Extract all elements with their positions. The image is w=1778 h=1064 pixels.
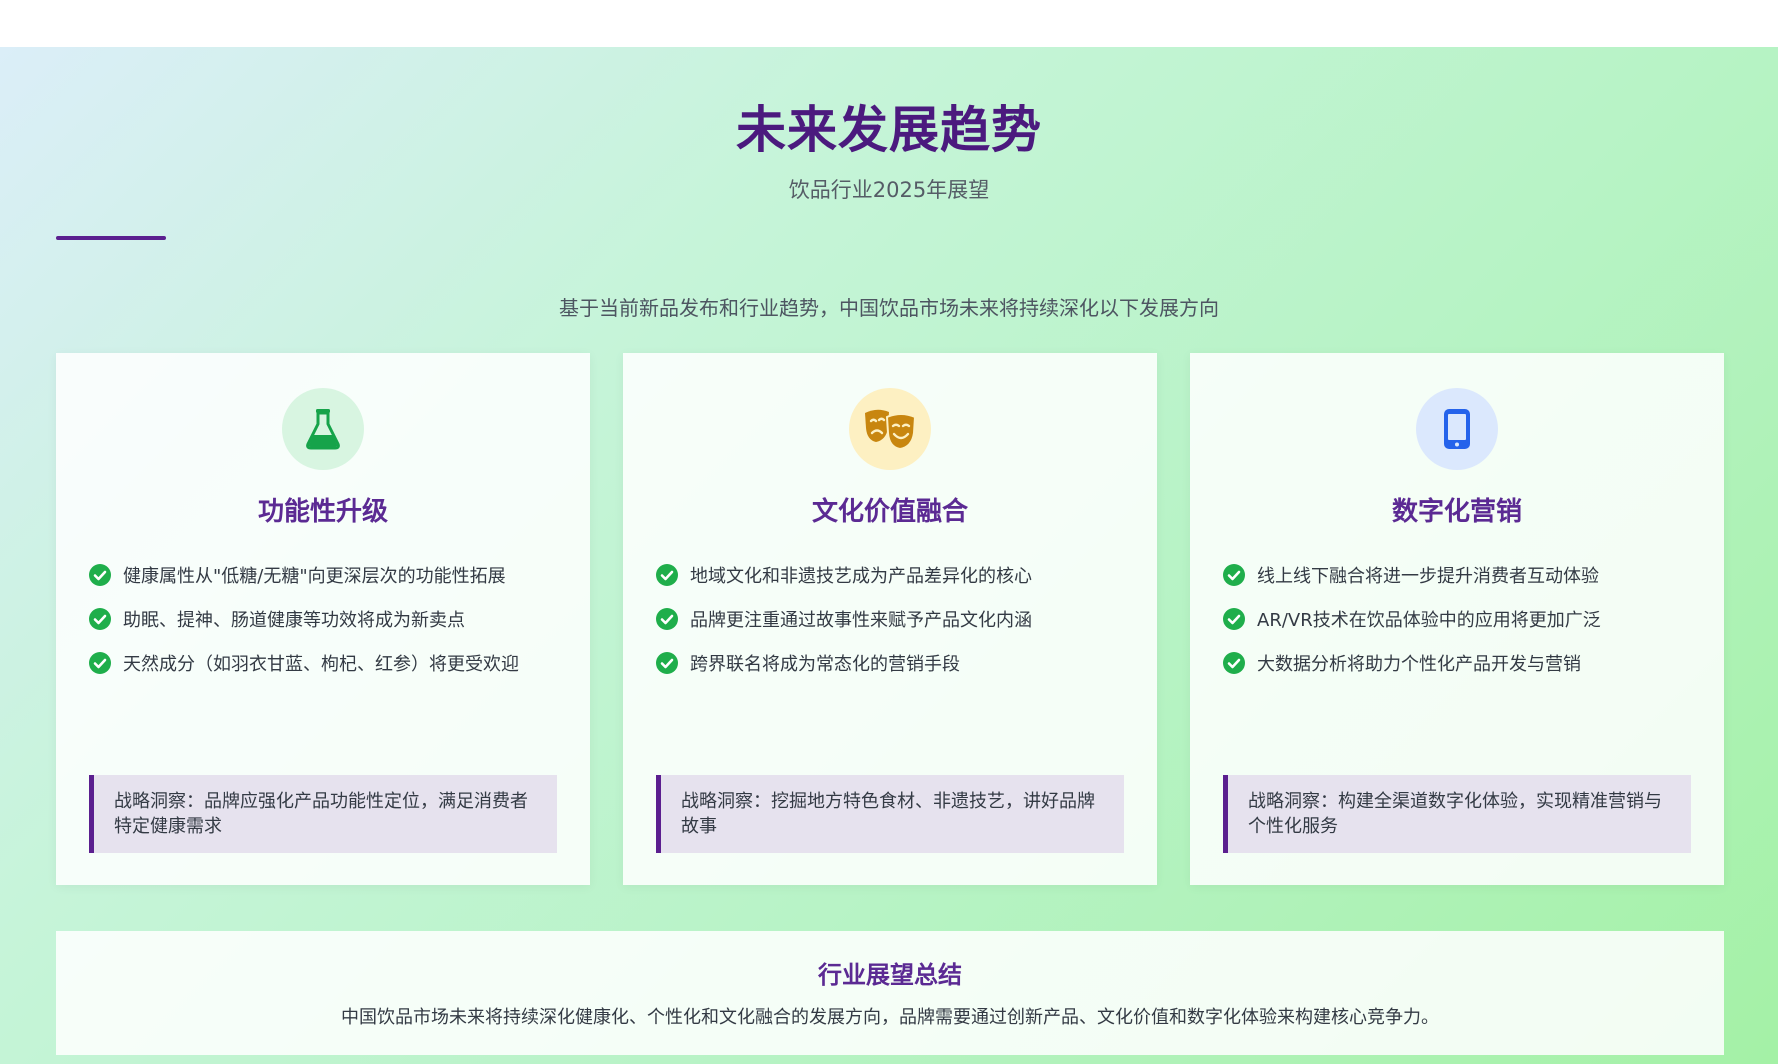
trend-card-digital: 数字化营销 线上线下融合将进一步提升消费者互动体验 AR/VR技术在饮品体验中的…	[1190, 353, 1724, 885]
list-item: 线上线下融合将进一步提升消费者互动体验	[1223, 553, 1703, 597]
list-item-text: 助眠、提神、肠道健康等功效将成为新卖点	[123, 610, 465, 631]
list-item-text: 健康属性从"低糖/无糖"向更深层次的功能性拓展	[123, 566, 506, 587]
list-item: 大数据分析将助力个性化产品开发与营销	[1223, 641, 1703, 685]
check-circle-icon	[656, 608, 678, 630]
list-item: 健康属性从"低糖/无糖"向更深层次的功能性拓展	[89, 553, 569, 597]
list-item: 跨界联名将成为常态化的营销手段	[656, 641, 1136, 685]
list-item-text: 线上线下融合将进一步提升消费者互动体验	[1257, 566, 1599, 587]
strategy-insight: 战略洞察：品牌应强化产品功能性定位，满足消费者特定健康需求	[89, 775, 557, 853]
theater-masks-icon	[849, 388, 931, 470]
list-item: 助眠、提神、肠道健康等功效将成为新卖点	[89, 597, 569, 641]
list-item-text: 大数据分析将助力个性化产品开发与营销	[1257, 654, 1581, 675]
check-circle-icon	[656, 652, 678, 674]
card-item-list: 地域文化和非遗技艺成为产品差异化的核心 品牌更注重通过故事性来赋予产品文化内涵 …	[656, 553, 1136, 685]
list-item: 地域文化和非遗技艺成为产品差异化的核心	[656, 553, 1136, 597]
card-item-list: 线上线下融合将进一步提升消费者互动体验 AR/VR技术在饮品体验中的应用将更加广…	[1223, 553, 1703, 685]
mobile-phone-icon	[1416, 388, 1498, 470]
card-title: 文化价值融合	[811, 497, 968, 527]
summary-text: 中国饮品市场未来将持续深化健康化、个性化和文化融合的发展方向，品牌需要通过创新产…	[341, 1007, 1439, 1028]
card-title: 数字化营销	[1391, 497, 1522, 527]
title-accent-line	[56, 236, 166, 240]
check-circle-icon	[89, 652, 111, 674]
trend-cards: 功能性升级 健康属性从"低糖/无糖"向更深层次的功能性拓展 助眠、提神、肠道健康…	[56, 353, 1724, 885]
strategy-insight: 战略洞察：构建全渠道数字化体验，实现精准营销与个性化服务	[1223, 775, 1691, 853]
check-circle-icon	[89, 608, 111, 630]
page-subtitle: 饮品行业2025年展望	[788, 178, 990, 202]
list-item-text: 跨界联名将成为常态化的营销手段	[690, 654, 960, 675]
check-circle-icon	[89, 564, 111, 586]
card-title: 功能性升级	[257, 497, 388, 527]
check-circle-icon	[1223, 564, 1245, 586]
flask-icon	[282, 388, 364, 470]
trend-card-culture: 文化价值融合 地域文化和非遗技艺成为产品差异化的核心 品牌更注重通过故事性来赋予…	[623, 353, 1157, 885]
trend-card-functional: 功能性升级 健康属性从"低糖/无糖"向更深层次的功能性拓展 助眠、提神、肠道健康…	[56, 353, 590, 885]
list-item: 品牌更注重通过故事性来赋予产品文化内涵	[656, 597, 1136, 641]
future-trends-section: 未来发展趋势 饮品行业2025年展望 基于当前新品发布和行业趋势，中国饮品市场未…	[0, 47, 1778, 1064]
check-circle-icon	[656, 564, 678, 586]
list-item-text: 品牌更注重通过故事性来赋予产品文化内涵	[690, 610, 1032, 631]
card-item-list: 健康属性从"低糖/无糖"向更深层次的功能性拓展 助眠、提神、肠道健康等功效将成为…	[89, 553, 569, 685]
list-item-text: 天然成分（如羽衣甘蓝、枸杞、红参）将更受欢迎	[123, 654, 519, 675]
list-item-text: AR/VR技术在饮品体验中的应用将更加广泛	[1257, 610, 1601, 631]
list-item: 天然成分（如羽衣甘蓝、枸杞、红参）将更受欢迎	[89, 641, 569, 685]
check-circle-icon	[1223, 608, 1245, 630]
list-item-text: 地域文化和非遗技艺成为产品差异化的核心	[690, 566, 1032, 587]
list-item: AR/VR技术在饮品体验中的应用将更加广泛	[1223, 597, 1703, 641]
page-title: 未来发展趋势	[736, 101, 1042, 159]
intro-text: 基于当前新品发布和行业趋势，中国饮品市场未来将持续深化以下发展方向	[559, 296, 1219, 320]
industry-summary: 行业展望总结 中国饮品市场未来将持续深化健康化、个性化和文化融合的发展方向，品牌…	[56, 931, 1724, 1055]
strategy-insight: 战略洞察：挖掘地方特色食材、非遗技艺，讲好品牌故事	[656, 775, 1124, 853]
check-circle-icon	[1223, 652, 1245, 674]
summary-title: 行业展望总结	[818, 961, 962, 989]
